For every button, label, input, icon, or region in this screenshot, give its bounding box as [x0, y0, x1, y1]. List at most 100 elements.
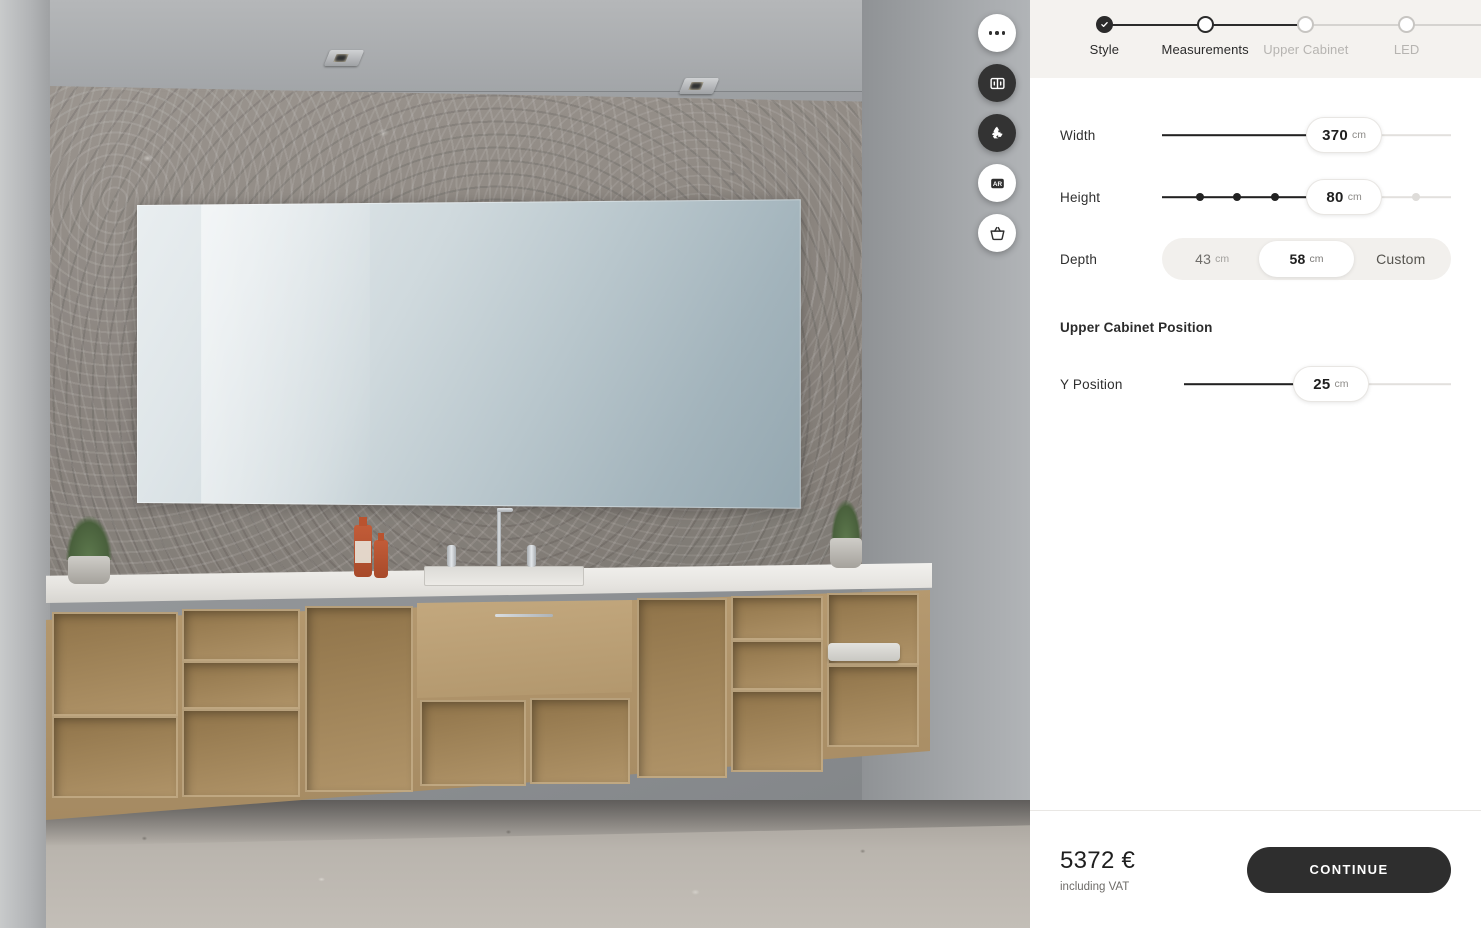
- wall-mirror[interactable]: [137, 199, 801, 509]
- step-label: Measurements: [1161, 42, 1249, 57]
- y-position-slider-thumb[interactable]: 25 cm: [1292, 366, 1369, 402]
- cabinet-cube: [731, 690, 823, 772]
- lotion-bottle: [374, 533, 388, 578]
- slider-tick[interactable]: [1412, 193, 1421, 201]
- cabinet-cube: [182, 609, 300, 661]
- height-row: Height 80 cm: [1060, 174, 1451, 220]
- depth-label: Depth: [1060, 251, 1098, 267]
- depth-option-58[interactable]: 58 cm: [1259, 241, 1354, 277]
- ellipsis-icon: [988, 31, 1006, 35]
- cabinet-cube: [305, 606, 413, 792]
- width-label: Width: [1060, 127, 1096, 143]
- cabinet-cube: [182, 709, 300, 797]
- recycle-icon: [992, 126, 1003, 139]
- ceiling-spotlight: [323, 50, 365, 66]
- stepper-connector: [1104, 24, 1206, 26]
- panel-footer: 5372 € including VAT CONTINUE: [1030, 810, 1481, 928]
- slider-tick[interactable]: [1195, 193, 1204, 201]
- depth-option-custom[interactable]: Custom: [1354, 241, 1448, 277]
- configurator-app: AR Style Measurements Upper Cabinet LED …: [0, 0, 1481, 928]
- width-slider-thumb[interactable]: 370 cm: [1306, 117, 1383, 153]
- step-node-upper-cabinet: [1297, 16, 1315, 33]
- ar-icon: AR: [990, 178, 1004, 188]
- step-label: Upper Cabinet: [1263, 42, 1349, 57]
- folded-towel: [828, 643, 900, 661]
- width-value: 370: [1322, 126, 1349, 144]
- step-label: LED: [1393, 42, 1420, 57]
- basket-icon: [989, 226, 1005, 240]
- depth-option-value: Custom: [1376, 251, 1426, 267]
- configurator-panel: Style Measurements Upper Cabinet LED Wid…: [1030, 0, 1481, 928]
- faucet: [497, 508, 513, 566]
- soap-dispenser: [354, 517, 372, 577]
- y-position-unit: cm: [1334, 378, 1349, 390]
- product-3d-viewport[interactable]: AR: [0, 0, 1030, 928]
- y-position-slider[interactable]: 25 cm: [1184, 361, 1451, 407]
- step-style[interactable]: Style: [1054, 16, 1206, 57]
- step-led[interactable]: LED: [1356, 16, 1481, 57]
- depth-option-value: 58: [1289, 251, 1306, 267]
- left-wall: [0, 0, 50, 928]
- plant-foliage: [66, 516, 112, 560]
- washbasin: [424, 566, 584, 586]
- cabinet-cube: [52, 612, 178, 716]
- split-view-icon: [989, 77, 1005, 89]
- height-value: 80: [1326, 188, 1344, 206]
- svg-text:AR: AR: [992, 180, 1002, 187]
- stepper-connector: [1406, 24, 1481, 26]
- faucet-knob: [447, 545, 456, 567]
- more-options-button[interactable]: [978, 14, 1016, 52]
- depth-option-43[interactable]: 43 cm: [1165, 241, 1259, 277]
- step-measurements[interactable]: Measurements: [1155, 16, 1306, 57]
- cabinet-cube: [182, 661, 300, 709]
- width-row: Width 370 cm: [1060, 112, 1451, 158]
- sustainability-button[interactable]: [978, 114, 1016, 152]
- ceiling-spotlight: [678, 78, 720, 94]
- total-price: 5372 €: [1060, 846, 1136, 874]
- cabinet-cube: [637, 598, 727, 778]
- width-unit: cm: [1352, 129, 1367, 141]
- depth-option-value: 43: [1195, 251, 1212, 267]
- viewport-action-rail: AR: [978, 14, 1016, 252]
- width-slider[interactable]: 370 cm: [1162, 112, 1451, 158]
- cabinet-cube: [52, 716, 178, 798]
- check-icon: [1101, 21, 1108, 28]
- step-node-measurements: [1196, 16, 1214, 33]
- cabinet-cube: [827, 665, 919, 747]
- step-node-led: [1398, 16, 1416, 33]
- cabinet-cube: [731, 596, 823, 640]
- measurements-content: Width 370 cm Height 80 cm Depth 43 cm 58…: [1030, 78, 1481, 810]
- stepper-steps: Style Measurements Upper Cabinet LED: [1030, 16, 1481, 57]
- plant-pot: [68, 556, 110, 584]
- slider-tick[interactable]: [1270, 193, 1279, 201]
- depth-option-unit: cm: [1309, 253, 1324, 265]
- slider-tick[interactable]: [1233, 193, 1242, 201]
- cabinet-cube: [731, 640, 823, 690]
- height-label: Height: [1060, 189, 1101, 205]
- plant-foliage: [831, 500, 861, 542]
- drawer-handle[interactable]: [495, 614, 553, 617]
- price-block: 5372 € including VAT: [1060, 847, 1135, 893]
- step-upper-cabinet[interactable]: Upper Cabinet: [1256, 16, 1407, 57]
- ar-button[interactable]: AR: [978, 164, 1016, 202]
- upper-cabinet-position-title: Upper Cabinet Position: [1060, 320, 1213, 335]
- faucet-knob: [527, 545, 536, 567]
- depth-segmented-control[interactable]: 43 cm 58 cm Custom: [1162, 238, 1451, 280]
- step-label: Style: [1089, 42, 1120, 57]
- continue-button[interactable]: CONTINUE: [1247, 846, 1451, 893]
- cabinet-cube: [420, 700, 526, 786]
- height-slider[interactable]: 80 cm: [1162, 174, 1451, 220]
- progress-stepper: Style Measurements Upper Cabinet LED: [1030, 0, 1481, 78]
- split-view-button[interactable]: [978, 64, 1016, 102]
- y-position-row: Y Position 25 cm: [1060, 361, 1451, 407]
- stepper-connector: [1305, 24, 1407, 26]
- height-slider-thumb[interactable]: 80 cm: [1306, 179, 1383, 215]
- cart-button[interactable]: [978, 214, 1016, 252]
- plant-pot: [830, 538, 862, 568]
- height-unit: cm: [1347, 191, 1362, 203]
- step-node-style: [1095, 16, 1113, 33]
- vat-note: including VAT: [1060, 880, 1130, 893]
- depth-row: Depth 43 cm 58 cm Custom: [1060, 236, 1451, 282]
- y-position-value: 25: [1313, 375, 1331, 393]
- depth-option-unit: cm: [1215, 253, 1230, 265]
